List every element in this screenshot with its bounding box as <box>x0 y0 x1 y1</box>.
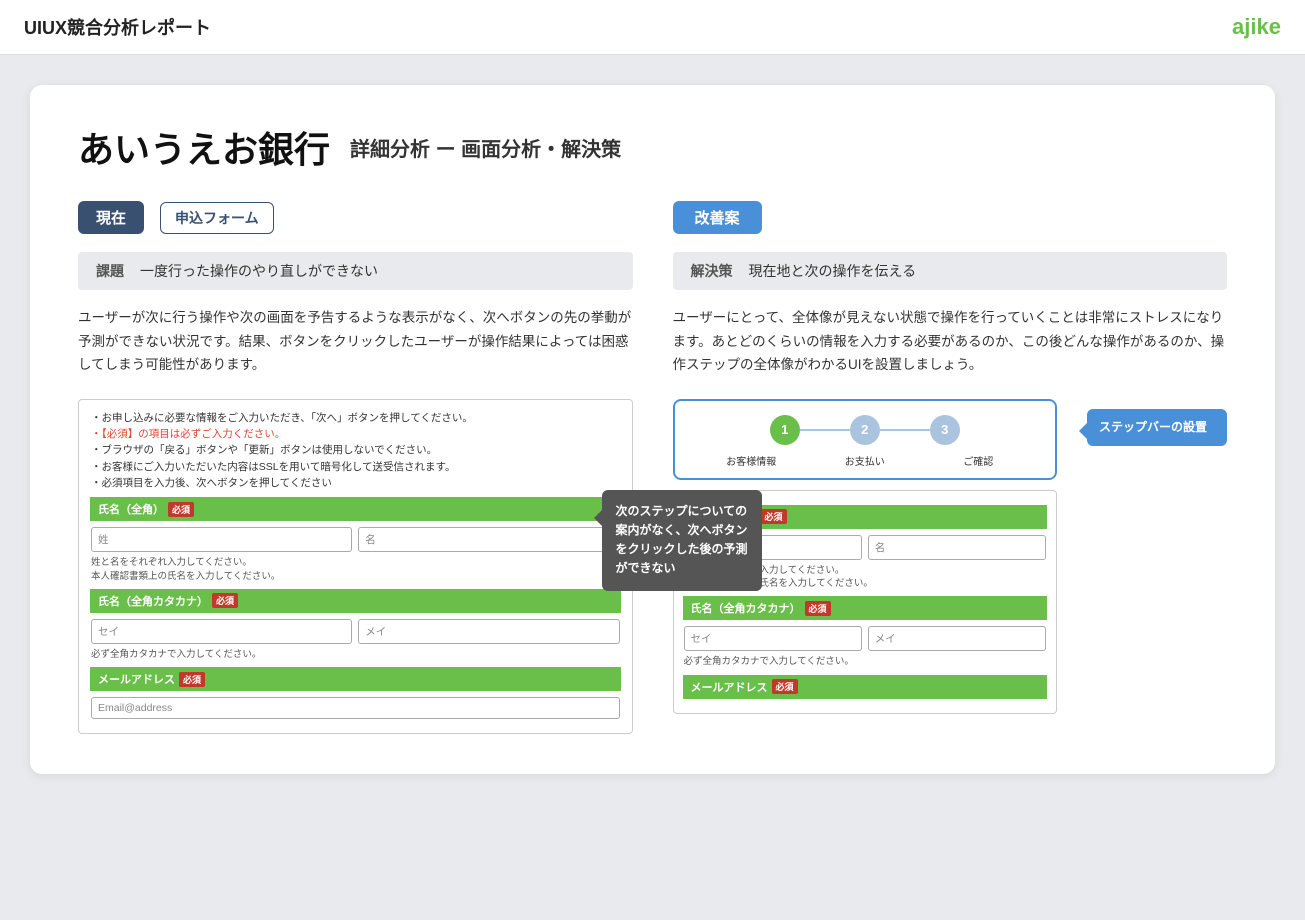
left-form-mockup: ・お申し込みに必要な情報をご入力いただき、「次へ」ボタンを押してください。 ・【… <box>78 399 633 734</box>
form-first-kana[interactable]: メイ <box>358 619 619 644</box>
form-intro: ・お申し込みに必要な情報をご入力いただき、「次へ」ボタンを押してください。 ・【… <box>91 410 620 491</box>
form-kana-hint: 必ず全角カタカナで入力してください。 <box>91 648 620 661</box>
form-section1-label: 氏名（全角） <box>98 501 164 517</box>
header-title: UIUX競合分析レポート <box>24 14 211 40</box>
issue-text: 一度行った操作のやり直しができない <box>140 261 378 281</box>
solution-text: 現在地と次の操作を伝える <box>749 261 917 281</box>
step-bar: 1 2 3 <box>695 415 1036 445</box>
step-connector-1 <box>800 429 850 431</box>
stepbar-callout-text: ステップバーの設置 <box>1099 420 1207 434</box>
right-body-text: ユーザーにとって、全体像が見えない状態で操作を行っていくことは非常にストレスにな… <box>673 306 1228 377</box>
step-labels: お客様情報 お支払い ご確認 <box>695 453 1036 468</box>
form-section2-required: 必須 <box>212 593 238 608</box>
step-1-circle: 1 <box>770 415 800 445</box>
main-area: あいうえお銀行 詳細分析 ー 画面分析・解決策 現在 申込フォーム 課題 一度行… <box>0 55 1305 804</box>
form-section1-header: 氏名（全角） 必須 <box>90 497 621 521</box>
imp-kana-hint: 必ず全角カタカナで入力してください。 <box>684 655 1047 668</box>
step-3-circle: 3 <box>930 415 960 445</box>
logo-suffix: ike <box>1250 14 1281 39</box>
solution-bar: 解決策 現在地と次の操作を伝える <box>673 252 1228 290</box>
header: UIUX競合分析レポート ajike <box>0 0 1305 55</box>
form-section3-required: 必須 <box>179 672 205 687</box>
imp-last-kana[interactable]: セイ <box>684 626 862 651</box>
form-section1-required: 必須 <box>168 502 194 517</box>
intro-line1: ・お申し込みに必要な情報をご入力いただき、「次へ」ボタンを押してください。 <box>91 410 620 426</box>
step-connector-2 <box>880 429 930 431</box>
form-kana-row: セイ メイ <box>91 619 620 644</box>
form-section2-label: 氏名（全角カタカナ） <box>98 593 208 609</box>
form-section3-label: メールアドレス <box>98 671 175 687</box>
logo-prefix: a <box>1232 14 1244 39</box>
logo: ajike <box>1232 14 1281 40</box>
issue-bar: 課題 一度行った操作のやり直しができない <box>78 252 633 290</box>
form-section3-header: メールアドレス 必須 <box>90 667 621 691</box>
form-name-hint: 姓と名をそれぞれ入力してください。本人確認書類上の氏名を入力してください。 <box>91 556 620 583</box>
two-col-layout: 現在 申込フォーム 課題 一度行った操作のやり直しができない ユーザーが次に行う… <box>78 201 1227 734</box>
imp-section2-required: 必須 <box>805 601 831 616</box>
left-section-header: 現在 申込フォーム <box>78 201 633 234</box>
imp-section3-label: メールアドレス <box>691 679 768 695</box>
intro-line5: ・必須項目を入力後、次へボタンを押してください <box>91 475 620 491</box>
imp-section2-header: 氏名（全角カタカナ） 必須 <box>683 596 1048 620</box>
left-column: 現在 申込フォーム 課題 一度行った操作のやり直しができない ユーザーが次に行う… <box>78 201 633 734</box>
stepbar-callout: ステップバーの設置 <box>1087 409 1227 446</box>
card-title: あいうえお銀行 詳細分析 ー 画面分析・解決策 <box>78 121 1227 173</box>
issue-label: 課題 <box>96 261 124 281</box>
imp-section2-label: 氏名（全角カタカナ） <box>691 600 801 616</box>
card-subtitle: 詳細分析 ー 画面分析・解決策 <box>350 133 621 162</box>
step-bar-wrapper: 1 2 3 お客様情報 お支払い ご確認 <box>673 399 1058 480</box>
intro-line3: ・ブラウザの「戻る」ボタンや「更新」ボタンは使用しないでください。 <box>91 442 620 458</box>
badge-form: 申込フォーム <box>160 202 274 234</box>
solution-label: 解決策 <box>691 261 733 281</box>
imp-section1-required: 必須 <box>761 509 787 524</box>
form-email[interactable]: Email@address <box>91 697 620 719</box>
imp-section3-header: メールアドレス 必須 <box>683 675 1048 699</box>
imp-first-kana[interactable]: メイ <box>868 626 1046 651</box>
form-last-kana[interactable]: セイ <box>91 619 352 644</box>
intro-line4: ・お客様にご入力いただいた内容はSSLを用いて暗号化して送受信されます。 <box>91 459 620 475</box>
form-name-row: 姓 名 <box>91 527 620 552</box>
step-2-label: お支払い <box>808 453 922 468</box>
intro-required: ・【必須】の項目は必ずご入力ください。 <box>91 426 620 442</box>
imp-kana-row: セイ メイ <box>684 626 1047 651</box>
imp-first-name[interactable]: 名 <box>868 535 1046 560</box>
form-last-name[interactable]: 姓 <box>91 527 352 552</box>
right-column: 改善案 解決策 現在地と次の操作を伝える ユーザーにとって、全体像が見えない状態… <box>673 201 1228 734</box>
step-3-label: ご確認 <box>922 453 1036 468</box>
step-1-label: お客様情報 <box>695 453 809 468</box>
badge-current: 現在 <box>78 201 144 234</box>
imp-section3-required: 必須 <box>772 679 798 694</box>
callout-tooltip: 次のステップについての案内がなく、次へボタンをクリックした後の予測ができない <box>602 490 762 591</box>
step-2-circle: 2 <box>850 415 880 445</box>
form-first-name[interactable]: 名 <box>358 527 619 552</box>
left-body-text: ユーザーが次に行う操作や次の画面を予告するような表示がなく、次へボタンの先の挙動… <box>78 306 633 377</box>
right-section-header: 改善案 <box>673 201 1228 234</box>
main-card: あいうえお銀行 詳細分析 ー 画面分析・解決策 現在 申込フォーム 課題 一度行… <box>30 85 1275 774</box>
form-section2-header: 氏名（全角カタカナ） 必須 <box>90 589 621 613</box>
bank-name: あいうえお銀行 <box>78 121 330 173</box>
badge-improvement: 改善案 <box>673 201 762 234</box>
